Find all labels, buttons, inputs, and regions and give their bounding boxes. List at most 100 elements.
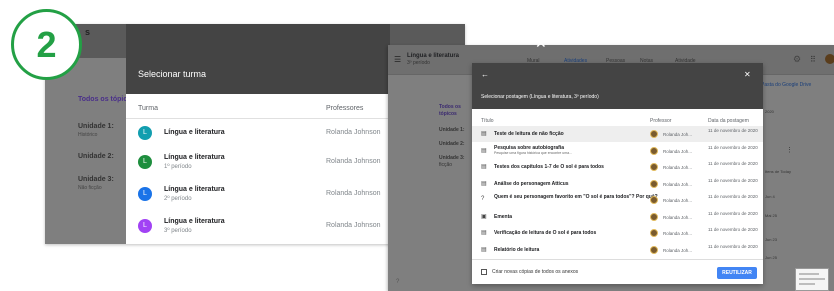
post-teacher: Rolanda Joh...: [663, 231, 693, 236]
avatar[interactable]: [825, 54, 834, 64]
post-row[interactable]: ▤ Relatório de leitura Rolanda Joh... 11 de…: [472, 242, 763, 258]
menu-icon[interactable]: ☰: [394, 55, 401, 64]
settings-gear-icon[interactable]: ⚙: [793, 54, 801, 65]
post-date: 11 de novembro de 2020: [708, 194, 758, 199]
teacher-avatar: [650, 245, 658, 254]
thumbnail-line: [799, 283, 815, 285]
post-row[interactable]: ▤ Análise do personagem Atticus Rolanda Jo…: [472, 176, 763, 192]
unit-name: Unidade 2:: [78, 153, 114, 160]
unit-sub: Histórico: [78, 132, 98, 138]
topic-unit-2[interactable]: Unidade 2:: [78, 152, 114, 161]
topic-unit-3[interactable]: Unidade 3:: [439, 155, 465, 162]
side-note: Jun 25: [765, 255, 778, 260]
column-header-class: Turma: [138, 105, 158, 112]
assignment-icon: ▤: [481, 230, 487, 236]
side-note: 2020: [765, 109, 774, 114]
copy-attachments-label: Criar novas cópias de todos os anexos: [492, 269, 579, 275]
post-title: Análise do personagem Atticus: [494, 180, 569, 187]
post-title: Quem é seu personagem favorito em "O sol…: [494, 194, 658, 200]
class-teacher: Rolanda Johnson: [326, 222, 381, 229]
step-number-badge: 2: [11, 9, 82, 80]
class-period: 3º período: [164, 228, 192, 234]
class-period: 1º período: [164, 164, 192, 170]
class-row[interactable]: L Língua e literatura 2º período Rolanda…: [126, 182, 390, 208]
class-teacher: Rolanda Johnson: [326, 129, 381, 136]
class-row[interactable]: L Língua e literatura 3º período Rolanda…: [126, 214, 390, 240]
post-subtitle: Pesquise uma figura histórica que encont…: [494, 150, 573, 155]
post-title: Verificação de leitura de O sol é para t…: [494, 230, 597, 236]
dialog-footer: Criar novas cópias de todos os anexos RE…: [472, 259, 763, 284]
post-title: Testes dos capítulos 1-7 de O sol é para…: [494, 164, 604, 170]
class-name: Língua e literatura: [164, 186, 225, 193]
post-date: 11 de novembro de 2020: [708, 243, 758, 249]
post-teacher: Rolanda Joh...: [663, 165, 693, 170]
topic-unit-3-sub: ficção: [439, 162, 453, 168]
post-teacher: Rolanda Joh...: [663, 198, 693, 203]
apps-grid-icon[interactable]: ⠿: [810, 55, 816, 64]
post-teacher: Rolanda Joh...: [663, 214, 693, 220]
dialog-title: Selecionar postagem (Língua e literatura…: [481, 94, 599, 100]
topic-unit-2[interactable]: Unidade 2:: [439, 141, 465, 148]
teacher-avatar: [650, 163, 658, 171]
assignment-icon: ▤: [481, 131, 487, 137]
dialog-header: [472, 63, 763, 109]
post-row[interactable]: ▤ Teste de leitura de não ficção Rolanda J…: [472, 126, 763, 142]
post-teacher: Rolanda Joh...: [663, 148, 693, 154]
class-avatar: L: [138, 187, 152, 201]
post-row[interactable]: ▤ Pesquisa sobre autobiografia Pesquise um…: [472, 143, 763, 159]
column-header-date: Data da postagem: [708, 118, 749, 124]
help-icon[interactable]: ?: [396, 279, 399, 285]
post-date: 11 de novembro de 2020: [708, 128, 758, 133]
unit-name: Unidade 1:: [78, 123, 114, 130]
side-note: Itens de Today: [765, 169, 791, 174]
post-title: Ementa: [494, 213, 513, 220]
question-icon: ?: [481, 196, 485, 202]
close-icon[interactable]: ✕: [744, 70, 751, 79]
teacher-avatar: [650, 229, 658, 237]
class-row[interactable]: L Língua e literatura Rolanda Johnson: [126, 121, 390, 147]
side-note: Jun 4: [765, 194, 775, 199]
class-teacher: Rolanda Johnson: [326, 158, 381, 165]
column-header-teacher: Professor: [650, 118, 672, 124]
class-title-name: Língua e literatura: [407, 53, 460, 59]
side-note: Jun 23: [765, 237, 778, 242]
column-header-title: Título: [481, 118, 494, 124]
post-date: 11 de novembro de 2020: [708, 227, 758, 232]
more-vert-icon[interactable]: ⋮: [786, 146, 793, 154]
class-name: Língua e literatura: [164, 129, 225, 136]
teacher-avatar: [650, 146, 658, 155]
tutorial-image: s Todos os tópicos Unidade 1: Histórico …: [0, 0, 834, 291]
post-row[interactable]: ▣ Ementa Rolanda Joh... 11 de novembro de 2…: [472, 209, 763, 225]
dialog-header: [126, 24, 390, 94]
thumbnail-preview: [795, 268, 829, 291]
back-arrow-icon[interactable]: ←: [481, 70, 489, 79]
unit-name: Unidade 3:: [78, 176, 114, 183]
reuse-button[interactable]: REUTILIZAR: [717, 267, 757, 279]
class-row[interactable]: L Língua e literatura 1º período Rolanda…: [126, 150, 390, 176]
side-note: Mai 25: [765, 213, 778, 218]
teacher-avatar: [650, 130, 658, 138]
post-teacher: Rolanda Joh...: [663, 181, 693, 187]
post-row[interactable]: ▤ Testes dos capítulos 1-7 de O sol é par…: [472, 159, 763, 175]
drive-folder-link[interactable]: Pasta do Google Drive: [761, 82, 811, 89]
topic-unit-1[interactable]: Unidade 1: Histórico: [78, 122, 114, 140]
post-teacher: Rolanda Joh...: [663, 132, 693, 137]
post-title: Relatório de leitura: [494, 246, 540, 253]
unit-sub: Não ficção: [78, 185, 102, 191]
class-title-period: 3º período: [407, 60, 430, 66]
post-row[interactable]: ▤ Verificação de leitura de O sol é para …: [472, 225, 763, 241]
post-row[interactable]: ? Quem é seu personagem favorito em "O so…: [472, 192, 763, 208]
class-avatar: L: [138, 126, 152, 140]
post-date: 11 de novembro de 2020: [708, 177, 758, 183]
copy-attachments-checkbox[interactable]: [481, 269, 487, 275]
post-date: 11 de novembro de 2020: [708, 144, 758, 150]
assignment-icon: ▤: [481, 147, 487, 154]
class-avatar: L: [138, 155, 152, 169]
topic-unit-1[interactable]: Unidade 1:: [439, 127, 465, 134]
close-icon[interactable]: ✕: [535, 36, 547, 50]
teacher-avatar: [650, 212, 658, 221]
class-name: Língua e literatura: [164, 218, 225, 225]
topic-unit-3[interactable]: Unidade 3: Não ficção: [78, 175, 114, 193]
class-period: 2º período: [164, 196, 192, 202]
divider: [126, 118, 390, 119]
